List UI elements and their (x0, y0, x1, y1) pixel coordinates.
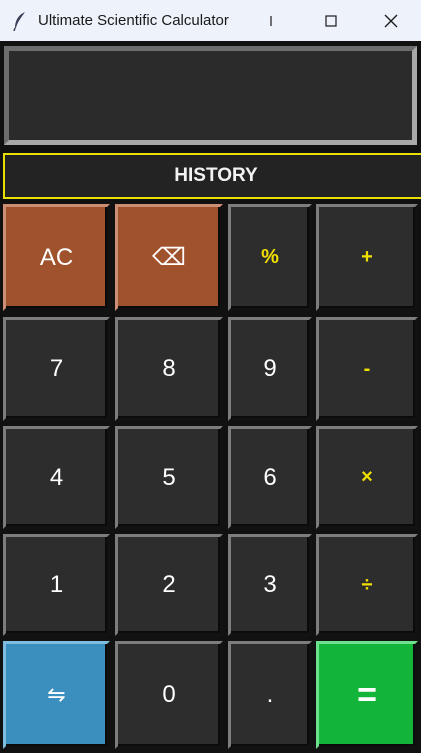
add-button[interactable]: + (316, 204, 418, 311)
clear-button[interactable]: AC (3, 204, 110, 311)
window-title: Ultimate Scientific Calculator (38, 12, 229, 29)
digit-5-button[interactable]: 5 (115, 426, 223, 529)
calculator-body: HISTORY AC ⌫ % + 7 8 9 - 4 5 6 × 1 2 3 ÷… (0, 41, 421, 753)
digit-6-button[interactable]: 6 (228, 426, 312, 529)
divide-button[interactable]: ÷ (316, 534, 418, 636)
digit-0-button[interactable]: 0 (115, 641, 223, 749)
close-icon (384, 14, 398, 27)
title-bar: Ultimate Scientific Calculator (0, 0, 421, 41)
history-button[interactable]: HISTORY (3, 153, 421, 199)
digit-3-button[interactable]: 3 (228, 534, 312, 636)
maximize-button[interactable] (301, 0, 361, 41)
digit-2-button[interactable]: 2 (115, 534, 223, 636)
decimal-button[interactable]: . (228, 641, 312, 749)
multiply-button[interactable]: × (316, 426, 418, 529)
digit-8-button[interactable]: 8 (115, 317, 223, 421)
result-display[interactable] (4, 46, 417, 145)
digit-7-button[interactable]: 7 (3, 317, 110, 421)
swap-button[interactable]: ⇋ (3, 641, 110, 749)
backspace-button[interactable]: ⌫ (115, 204, 223, 311)
equals-button[interactable]: = (316, 641, 418, 749)
minimize-icon (270, 15, 272, 26)
digit-4-button[interactable]: 4 (3, 426, 110, 529)
maximize-icon (325, 14, 337, 27)
minimize-button[interactable] (241, 0, 301, 41)
subtract-button[interactable]: - (316, 317, 418, 421)
digit-9-button[interactable]: 9 (228, 317, 312, 421)
close-button[interactable] (361, 0, 421, 41)
feather-icon (12, 11, 28, 31)
digit-1-button[interactable]: 1 (3, 534, 110, 636)
percent-button[interactable]: % (228, 204, 312, 311)
